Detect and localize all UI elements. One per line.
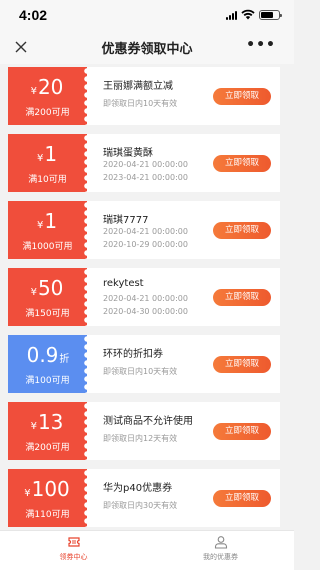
coupon-title: 测试商品不允许使用: [103, 416, 193, 427]
coupon-value-panel: ¥100 满110可用: [8, 469, 91, 527]
claim-button[interactable]: 立即领取: [213, 356, 271, 373]
signal-icon: [226, 10, 237, 20]
claim-button[interactable]: 立即领取: [213, 423, 271, 440]
claim-button[interactable]: 立即领取: [213, 88, 271, 105]
coupon-ticket-icon: [67, 537, 80, 547]
coupon-card: ¥20 满200可用 王丽娜满额立减 即领取日内10天有效 立即领取: [8, 67, 280, 125]
coupon-value-panel: ¥1 满10可用: [8, 134, 91, 192]
claim-button[interactable]: 立即领取: [213, 490, 271, 507]
coupon-title: 华为p40优惠券: [103, 483, 173, 494]
coupon-title: 瑞琪蛋黄酥: [103, 148, 153, 159]
status-time: 4:02: [19, 7, 48, 23]
coupon-limit: 满200可用: [25, 108, 70, 118]
coupon-limit: 满1000可用: [22, 242, 73, 252]
tab-label: 我的优惠券: [203, 553, 238, 561]
nav-bar: 优惠券领取中心 •••: [0, 30, 294, 64]
status-bar: 4:02: [0, 0, 294, 30]
coupon-end-date: 2023-04-21 00:00:00: [103, 173, 188, 182]
coupon-end-date: 2020-10-29 00:00:00: [103, 240, 188, 249]
user-icon: [214, 536, 227, 549]
coupon-card: ¥1 满10可用 瑞琪蛋黄酥 2020-04-21 00:00:00 2023-…: [8, 134, 280, 192]
coupon-validity: 即领取日内10天有效: [103, 367, 178, 376]
coupon-card: ¥50 满150可用 rekytest 2020-04-21 00:00:00 …: [8, 268, 280, 326]
coupon-limit: 满10可用: [28, 175, 67, 185]
tab-label: 领券中心: [59, 553, 88, 561]
claim-button[interactable]: 立即领取: [213, 222, 271, 239]
tab-my-coupons[interactable]: 我的优惠券: [147, 531, 294, 570]
coupon-validity: 即领取日内10天有效: [103, 99, 178, 108]
coupon-start-date: 2020-04-21 00:00:00: [103, 294, 188, 303]
coupon-value-panel: ¥20 满200可用: [8, 67, 91, 125]
coupon-end-date: 2020-04-30 00:00:00: [103, 307, 188, 316]
coupon-title: rekytest: [103, 278, 144, 289]
coupon-value-panel: ¥13 满200可用: [8, 402, 91, 460]
more-options-button[interactable]: •••: [246, 37, 276, 53]
coupon-value-panel: ¥50 满150可用: [8, 268, 91, 326]
coupon-limit: 满150可用: [25, 309, 70, 319]
wifi-icon: [241, 9, 255, 20]
coupon-card: ¥1 满1000可用 瑞琪7777 2020-04-21 00:00:00 20…: [8, 201, 280, 259]
coupon-amount: ¥1: [36, 142, 58, 166]
coupon-limit: 满100可用: [25, 376, 70, 386]
coupon-start-date: 2020-04-21 00:00:00: [103, 160, 188, 169]
status-icons: [226, 9, 282, 20]
claim-button[interactable]: 立即领取: [213, 155, 271, 172]
coupon-start-date: 2020-04-21 00:00:00: [103, 227, 188, 236]
coupon-amount: ¥100: [24, 477, 70, 501]
coupon-amount: ¥13: [30, 410, 64, 434]
claim-button[interactable]: 立即领取: [213, 289, 271, 306]
coupon-amount: ¥20: [30, 75, 64, 99]
coupon-value-panel: ¥1 满1000可用: [8, 201, 91, 259]
coupon-validity: 即领取日内12天有效: [103, 434, 178, 443]
battery-icon: [259, 9, 282, 20]
coupon-card: ¥100 满110可用 华为p40优惠券 即领取日内30天有效 立即领取: [8, 469, 280, 527]
coupon-title: 王丽娜满额立减: [103, 81, 173, 92]
coupon-title: 环环的折扣券: [103, 349, 163, 360]
coupon-amount: 0.9折: [26, 343, 70, 367]
coupon-value-panel: 0.9折 满100可用: [8, 335, 91, 393]
coupon-limit: 满110可用: [25, 510, 70, 520]
coupon-amount: ¥1: [36, 209, 58, 233]
coupon-limit: 满200可用: [25, 443, 70, 453]
tab-bar: 领券中心 我的优惠券: [0, 530, 294, 570]
tab-coupon-center[interactable]: 领券中心: [0, 531, 147, 570]
coupon-card: 0.9折 满100可用 环环的折扣券 即领取日内10天有效 立即领取: [8, 335, 280, 393]
coupon-card: ¥13 满200可用 测试商品不允许使用 即领取日内12天有效 立即领取: [8, 402, 280, 460]
coupon-validity: 即领取日内30天有效: [103, 501, 178, 510]
coupon-amount: ¥50: [30, 276, 64, 300]
coupon-title: 瑞琪7777: [103, 215, 149, 226]
